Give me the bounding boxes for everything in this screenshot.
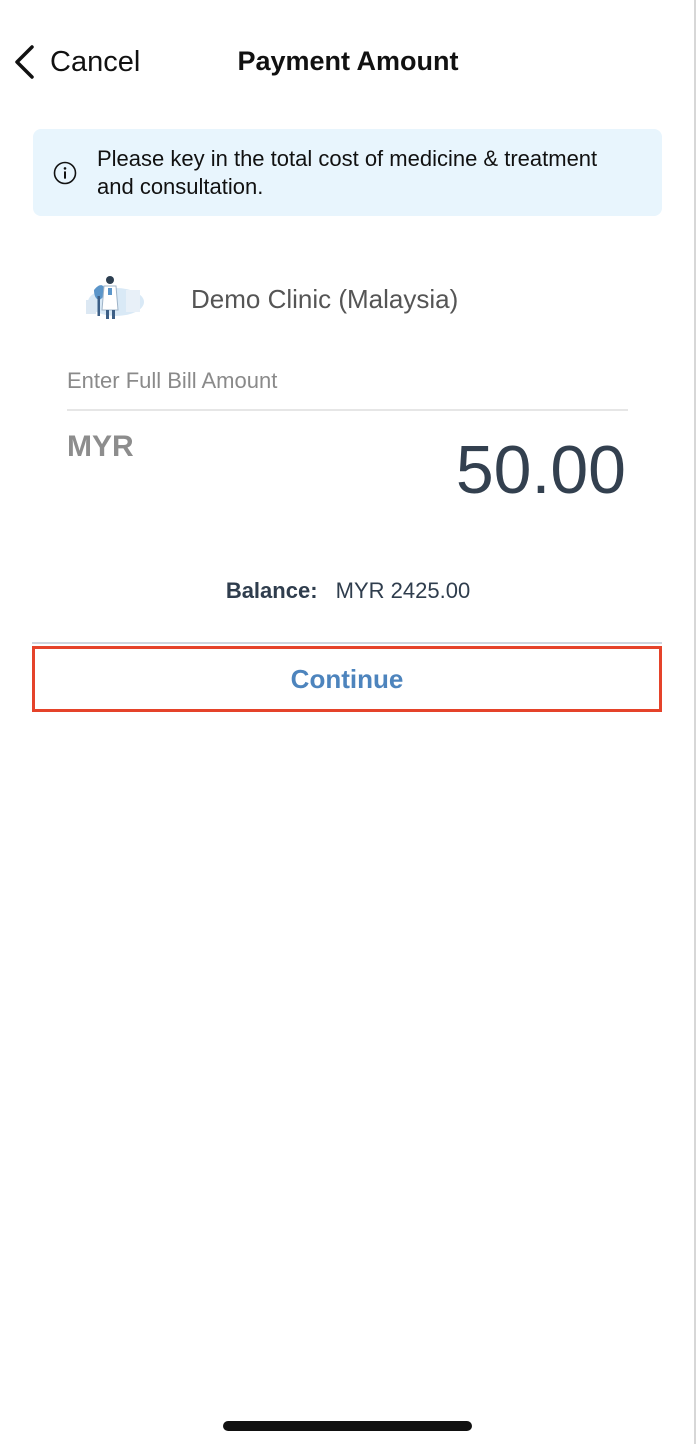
- info-icon: [53, 161, 77, 185]
- clinic-illustration-icon: [80, 270, 150, 326]
- bill-amount-input[interactable]: [226, 430, 626, 510]
- continue-button[interactable]: Continue: [32, 646, 662, 712]
- button-top-divider: [32, 642, 662, 644]
- clinic-name: Demo Clinic (Malaysia): [191, 284, 459, 314]
- home-indicator: [223, 1421, 472, 1431]
- info-banner: Please key in the total cost of medicine…: [33, 129, 662, 216]
- navigation-bar: Cancel Payment Amount: [0, 28, 696, 98]
- page-title: Payment Amount: [237, 46, 459, 76]
- info-text: Please key in the total cost of medicine…: [97, 146, 598, 199]
- balance-value: MYR 2425.00: [335, 578, 471, 603]
- currency-code: MYR: [67, 430, 134, 463]
- amount-field-label: Enter Full Bill Amount: [67, 368, 278, 393]
- clinic-row: Demo Clinic (Malaysia): [80, 266, 640, 332]
- balance-label: Balance:: [225, 578, 318, 603]
- balance-row: Balance: MYR 2425.00: [0, 578, 696, 604]
- amount-divider: [67, 409, 628, 411]
